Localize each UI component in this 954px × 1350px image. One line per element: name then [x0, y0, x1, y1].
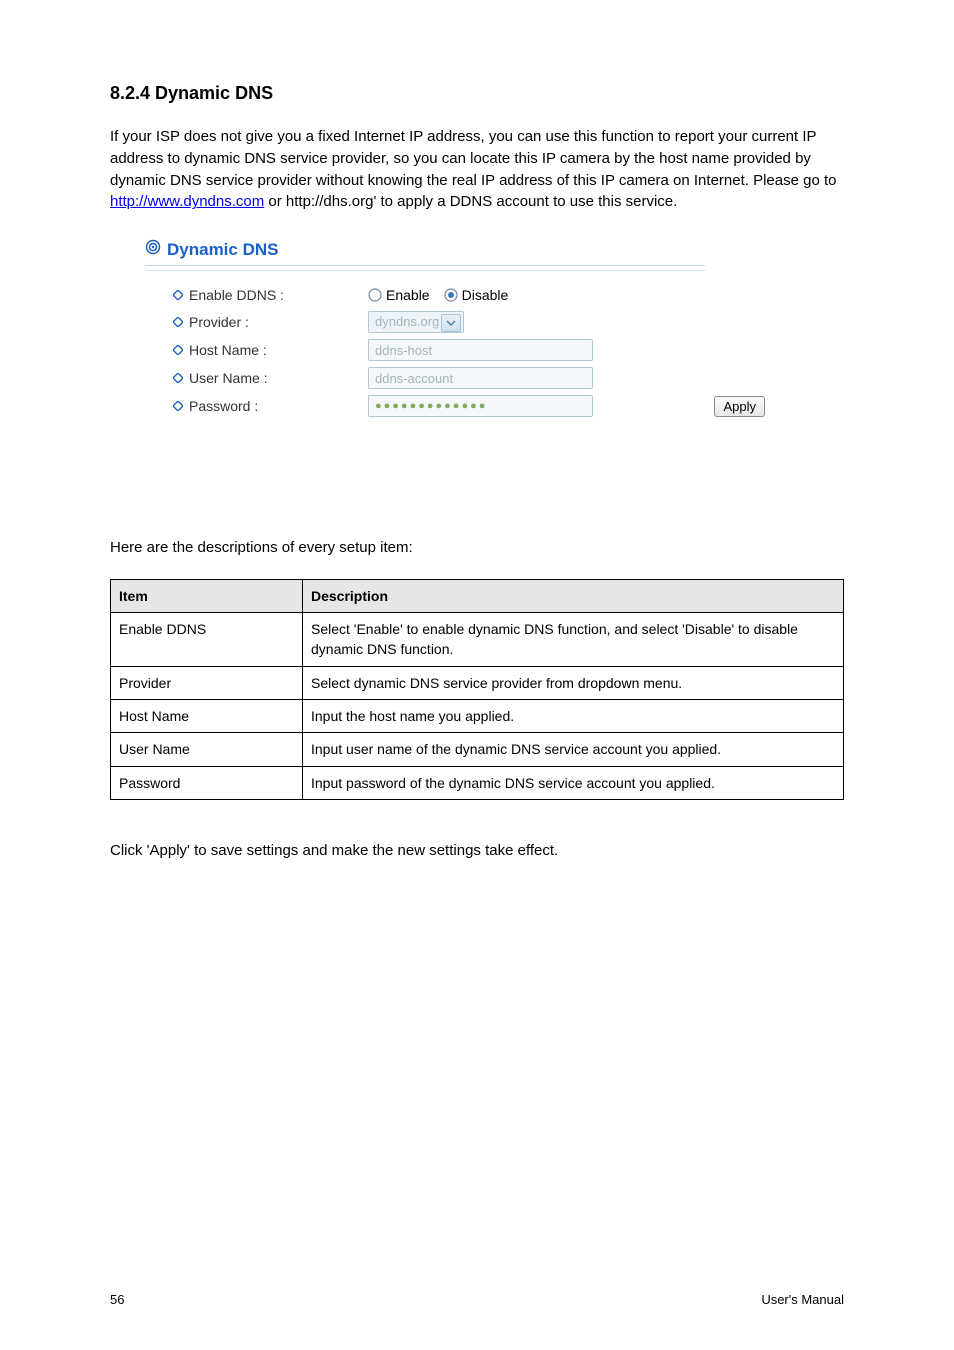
diamond-icon — [173, 368, 183, 388]
diamond-icon — [173, 396, 183, 416]
table-row: Enable DDNS Select 'Enable' to enable dy… — [111, 613, 844, 667]
cell-desc: Input user name of the dynamic DNS servi… — [303, 733, 844, 766]
intro-paragraph: If your ISP does not give you a fixed In… — [110, 126, 844, 213]
page-number: 56 — [110, 1291, 124, 1310]
label-hostname: Host Name : — [189, 340, 267, 360]
table-row: User Name Input user name of the dynamic… — [111, 733, 844, 766]
cell-item: Host Name — [111, 699, 303, 732]
cell-item: Provider — [111, 666, 303, 699]
radio-icon — [368, 288, 382, 302]
cell-desc: Select dynamic DNS service provider from… — [303, 666, 844, 699]
fields-intro: Here are the descriptions of every setup… — [110, 537, 844, 559]
bullseye-icon — [145, 239, 161, 262]
dyndns-link[interactable]: http://www.dyndns.com — [110, 193, 264, 210]
intro-text-1: If your ISP does not give you a fixed In… — [110, 128, 836, 189]
footer-manual: User's Manual — [761, 1291, 844, 1310]
cell-desc: Input password of the dynamic DNS servic… — [303, 766, 844, 799]
table-row: Password Input password of the dynamic D… — [111, 766, 844, 799]
apply-button[interactable]: Apply — [714, 396, 765, 417]
closing-text: Click 'Apply' to save settings and make … — [110, 840, 844, 862]
radio-icon — [444, 288, 458, 302]
provider-value: dyndns.org — [375, 313, 439, 332]
label-username: User Name : — [189, 368, 268, 388]
th-desc: Description — [303, 579, 844, 612]
username-input[interactable] — [368, 367, 593, 389]
section-heading: 8.2.4 Dynamic DNS — [110, 80, 844, 106]
screenshot-title: Dynamic DNS — [167, 238, 278, 263]
th-item: Item — [111, 579, 303, 612]
table-row: Provider Select dynamic DNS service prov… — [111, 666, 844, 699]
ddns-screenshot: Dynamic DNS Enable DDNS : Enable — [145, 238, 705, 417]
chevron-down-icon — [441, 314, 461, 332]
table-row: Host Name Input the host name you applie… — [111, 699, 844, 732]
provider-select[interactable]: dyndns.org — [368, 311, 464, 333]
radio-disable[interactable]: Disable — [444, 285, 509, 305]
cell-item: Enable DDNS — [111, 613, 303, 667]
radio-enable-label: Enable — [386, 285, 430, 305]
hostname-input[interactable] — [368, 339, 593, 361]
intro-text-2: or http://dhs.org' to apply a DDNS accou… — [264, 193, 677, 210]
password-input[interactable] — [368, 395, 593, 417]
settings-table: Item Description Enable DDNS Select 'Ena… — [110, 579, 844, 800]
cell-item: Password — [111, 766, 303, 799]
label-provider: Provider : — [189, 312, 249, 332]
diamond-icon — [173, 340, 183, 360]
label-password: Password : — [189, 396, 258, 416]
cell-item: User Name — [111, 733, 303, 766]
radio-disable-label: Disable — [462, 285, 509, 305]
cell-desc: Select 'Enable' to enable dynamic DNS fu… — [303, 613, 844, 667]
diamond-icon — [173, 312, 183, 332]
cell-desc: Input the host name you applied. — [303, 699, 844, 732]
diamond-icon — [173, 285, 183, 305]
radio-enable[interactable]: Enable — [368, 285, 430, 305]
label-enable-ddns: Enable DDNS : — [189, 285, 284, 305]
